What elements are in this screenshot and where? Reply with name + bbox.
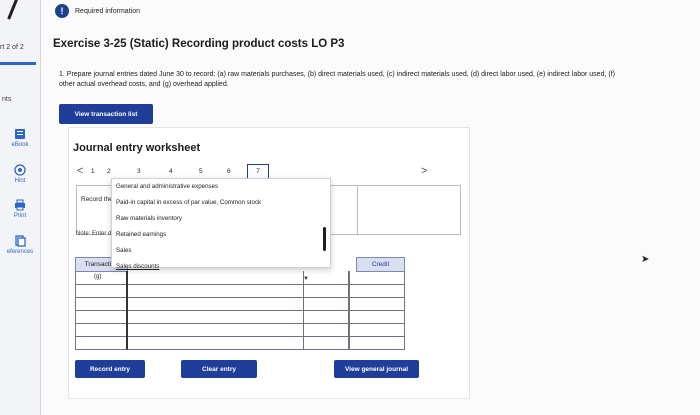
page-tab-3[interactable]: 3 — [137, 168, 141, 175]
transaction-cell — [75, 310, 128, 324]
account-select[interactable] — [126, 284, 304, 298]
credit-input[interactable] — [348, 297, 405, 311]
dropdown-option[interactable]: Retained earnings — [116, 231, 166, 238]
instructions-text: 1. Prepare journal entries dated June 30… — [59, 71, 615, 88]
print-icon — [15, 199, 25, 211]
transaction-cell — [75, 297, 128, 311]
instruction-side-box — [357, 185, 461, 235]
account-select[interactable] — [126, 323, 304, 337]
dropdown-option[interactable]: Sales discounts — [116, 263, 159, 270]
main-content: ! Required information Exercise 3-25 (St… — [41, 0, 700, 415]
sidebar-item-label: Print — [13, 213, 27, 219]
sidebar-item-hint[interactable]: Hint — [0, 164, 40, 184]
sidebar-item-label: eBook — [11, 142, 29, 148]
credit-input[interactable] — [348, 284, 405, 298]
book-icon — [15, 129, 25, 139]
dropdown-option[interactable]: Raw materials inventory — [116, 215, 182, 222]
required-info-label[interactable]: Required information — [75, 8, 140, 15]
table-row — [75, 323, 405, 337]
credit-input[interactable] — [348, 336, 405, 350]
transaction-cell — [75, 336, 128, 350]
required-banner: ! Required information — [55, 0, 140, 22]
account-select[interactable] — [126, 297, 304, 311]
account-select[interactable] — [126, 336, 304, 350]
chevron-down-icon[interactable]: ▼ — [303, 276, 309, 282]
dropdown-scrollbar[interactable] — [323, 227, 326, 251]
table-row: (g) — [75, 271, 405, 285]
page-title: Exercise 3-25 (Static) Recording product… — [53, 38, 345, 50]
view-transaction-list-button[interactable]: View transaction list — [59, 104, 153, 124]
header-credit: Credit — [356, 257, 405, 272]
account-dropdown-list[interactable]: General and administrative expenses Paid… — [111, 178, 331, 270]
sidebar-item-print[interactable]: Print — [0, 199, 40, 219]
credit-input[interactable] — [348, 323, 405, 337]
debit-input[interactable] — [303, 271, 350, 285]
sidebar-item-label: Hint — [14, 178, 26, 184]
page-tab-4[interactable]: 4 — [169, 168, 173, 175]
transaction-cell — [75, 284, 128, 298]
references-icon — [15, 235, 26, 247]
table-row — [75, 297, 405, 311]
sidebar-item-references[interactable]: eferences — [0, 235, 40, 255]
alert-icon: ! — [55, 4, 69, 18]
worksheet-title: Journal entry worksheet — [73, 142, 201, 154]
debit-input[interactable] — [303, 297, 350, 311]
dropdown-option[interactable]: Paid-in capital in excess of par value, … — [116, 199, 261, 206]
sidebar-item-label: eferences — [6, 249, 34, 255]
slash-icon — [7, 0, 20, 20]
debit-input[interactable] — [303, 310, 350, 324]
debit-input[interactable] — [303, 323, 350, 337]
dropdown-option[interactable]: General and administrative expenses — [116, 183, 218, 190]
record-label: Record the — [81, 196, 113, 203]
part-underline — [0, 62, 36, 65]
credit-input[interactable] — [348, 310, 405, 324]
transaction-value: (g) — [94, 274, 102, 280]
clear-entry-button[interactable]: Clear entry — [181, 360, 257, 378]
left-rail: rt 2 of 2 nts eBook Hint Print eferences — [0, 0, 41, 415]
points-label: nts — [2, 96, 12, 103]
next-page-button[interactable]: > — [421, 165, 427, 177]
credit-input[interactable] — [348, 271, 405, 285]
account-select[interactable] — [126, 310, 304, 324]
record-entry-button[interactable]: Record entry — [75, 360, 145, 378]
account-select[interactable] — [126, 271, 304, 285]
prev-page-button[interactable]: < — [77, 165, 83, 177]
view-general-journal-button[interactable]: View general journal — [334, 360, 419, 378]
debit-input[interactable] — [303, 336, 350, 350]
mouse-cursor-icon: ➤ — [641, 254, 650, 265]
part-indicator: rt 2 of 2 — [0, 44, 24, 51]
table-row — [75, 336, 405, 350]
transaction-cell — [75, 323, 128, 337]
debit-input[interactable] — [303, 284, 350, 298]
page-tab-6[interactable]: 6 — [227, 168, 231, 175]
dropdown-option[interactable]: Sales — [116, 247, 131, 254]
table-row — [75, 310, 405, 324]
page-tab-5[interactable]: 5 — [199, 168, 203, 175]
page-tab-1[interactable]: 1 — [91, 168, 95, 175]
table-row — [75, 284, 405, 298]
sidebar-item-ebook[interactable]: eBook — [0, 128, 40, 148]
page-tab-2[interactable]: 2 — [107, 168, 111, 175]
transaction-cell: (g) — [75, 271, 128, 285]
hint-icon — [14, 164, 26, 176]
